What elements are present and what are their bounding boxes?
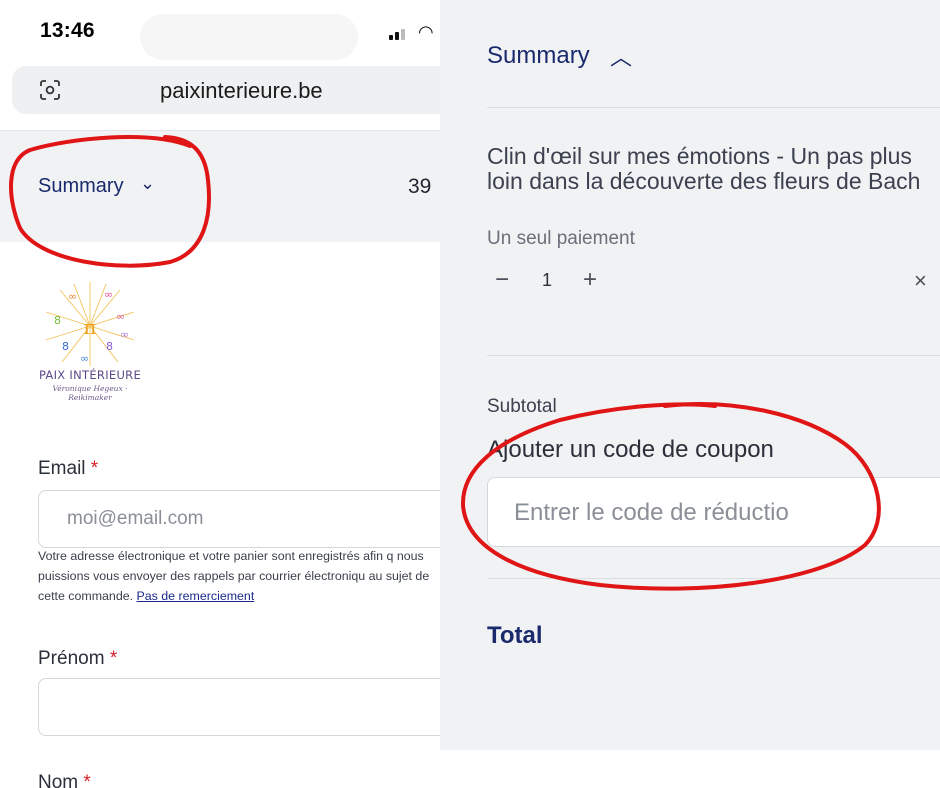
wifi-icon: ◠: [418, 22, 434, 42]
svg-text:∞: ∞: [68, 290, 77, 303]
no-thanks-link[interactable]: Pas de remerciement: [137, 589, 255, 603]
address-bar[interactable]: paixinterieure.be: [12, 66, 440, 114]
divider: [487, 107, 940, 108]
payment-plan: Un seul paiement: [487, 228, 635, 249]
required-mark: *: [109, 648, 118, 669]
svg-text:∞: ∞: [116, 310, 125, 323]
coupon-input[interactable]: Entrer le code de réductio: [487, 477, 940, 547]
svg-text:π: π: [83, 315, 96, 339]
divider: [487, 355, 940, 356]
signal-icon: [389, 26, 413, 40]
total-label: Total: [487, 622, 543, 649]
chevron-up-icon[interactable]: ︿: [610, 40, 632, 72]
brand-logo: π ∞ ∞ 8 ∞ 8 8 ∞ ∞ PAIX INTÉRIEURE Véroni…: [34, 276, 146, 410]
decrease-quantity-button[interactable]: −: [495, 266, 509, 294]
summary-amount: 39: [408, 175, 432, 198]
summary-label[interactable]: Summary: [38, 175, 124, 198]
svg-text:8: 8: [54, 314, 61, 327]
logo-title: PAIX INTÉRIEURE: [38, 368, 142, 382]
checkout-page-mobile: 13:46 ◠ paixinterieure.be Summary ⌄ 39 π: [0, 0, 440, 788]
svg-text:∞: ∞: [120, 328, 129, 341]
svg-text:∞: ∞: [104, 288, 113, 301]
logo-signature: Véronique Hegeux · Reikimaker: [52, 384, 128, 402]
svg-text:8: 8: [62, 340, 69, 353]
coupon-placeholder: Entrer le code de réductio: [514, 499, 789, 526]
first-name-label: Prénom *: [38, 648, 118, 669]
remove-item-icon[interactable]: ×: [914, 268, 927, 294]
product-name: Clin d'œil sur mes émotions - Un pas plu…: [487, 143, 921, 194]
sunburst-logo-icon: π ∞ ∞ 8 ∞ 8 8 ∞ ∞: [45, 282, 135, 366]
quantity-value: 1: [542, 270, 553, 290]
svg-text:8: 8: [106, 340, 113, 353]
email-field[interactable]: moi@email.com: [38, 490, 440, 548]
status-time: 13:46: [40, 19, 95, 42]
summary-label[interactable]: Summary: [487, 42, 590, 70]
required-mark: *: [83, 772, 91, 788]
order-summary-panel: Summary ︿ Clin d'œil sur mes émotions - …: [440, 0, 940, 750]
subtotal-label: Subtotal: [487, 396, 557, 417]
chevron-down-icon[interactable]: ⌄: [140, 173, 155, 194]
url-text[interactable]: paixinterieure.be: [160, 78, 323, 104]
last-name-label: Nom *: [38, 772, 91, 788]
dynamic-island: [140, 14, 358, 60]
visual-search-icon[interactable]: [38, 79, 62, 101]
svg-text:∞: ∞: [80, 352, 89, 365]
email-helper-text: Votre adresse électronique et votre pani…: [38, 549, 430, 603]
coupon-label: Ajouter un code de coupon: [487, 436, 774, 463]
divider: [487, 578, 940, 579]
email-placeholder: moi@email.com: [67, 508, 204, 529]
increase-quantity-button[interactable]: +: [583, 266, 597, 294]
order-summary-toggle[interactable]: Summary ⌄ 39: [0, 130, 440, 242]
required-mark: *: [90, 458, 99, 479]
first-name-field[interactable]: [38, 678, 440, 736]
email-label: Email *: [38, 458, 99, 479]
